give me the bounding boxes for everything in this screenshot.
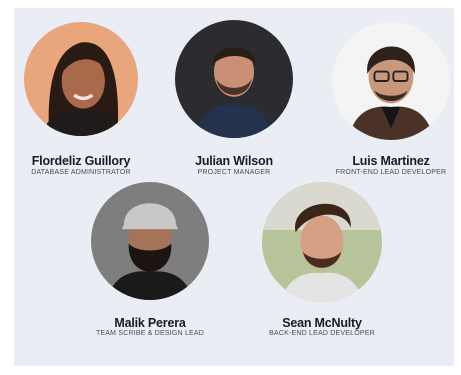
member-name: Luis Martinez [352, 154, 430, 168]
portrait-image [91, 182, 209, 300]
portrait-image [262, 182, 382, 302]
member-role: FRONT-END LEAD DEVELOPER [335, 169, 447, 176]
portrait-image [175, 20, 293, 138]
member-name: Sean McNulty [282, 316, 362, 330]
portrait-image [332, 22, 450, 140]
member-role: BACK-END LEAD DEVELOPER [269, 330, 375, 337]
member-photo-malik [91, 182, 209, 300]
member-name: Julian Wilson [195, 154, 273, 168]
member-photo-flordeliz [24, 22, 138, 136]
portrait-image [24, 22, 138, 136]
member-photo-julian [175, 20, 293, 138]
member-photo-luis [332, 22, 450, 140]
member-name: Malik Perera [114, 316, 186, 330]
member-role: PROJECT MANAGER [197, 169, 271, 176]
member-photo-sean [262, 182, 382, 302]
member-role: TEAM SCRIBE & DESIGN LEAD [95, 330, 205, 337]
